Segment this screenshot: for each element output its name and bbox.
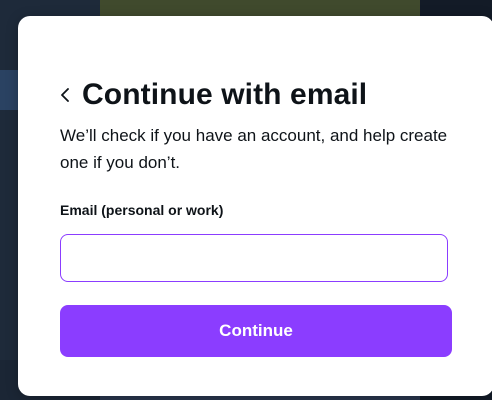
continue-button[interactable]: Continue (60, 305, 452, 357)
email-login-dialog: Continue with email We’ll check if you h… (18, 16, 492, 396)
dialog-title: Continue with email (82, 78, 368, 111)
email-label: Email (personal or work) (60, 202, 224, 218)
back-button[interactable] (60, 78, 82, 112)
email-input[interactable] (60, 234, 448, 282)
chevron-left-icon (61, 88, 69, 102)
dialog-header: Continue with email (60, 78, 367, 112)
dialog-description: We’ll check if you have an account, and … (60, 126, 448, 172)
